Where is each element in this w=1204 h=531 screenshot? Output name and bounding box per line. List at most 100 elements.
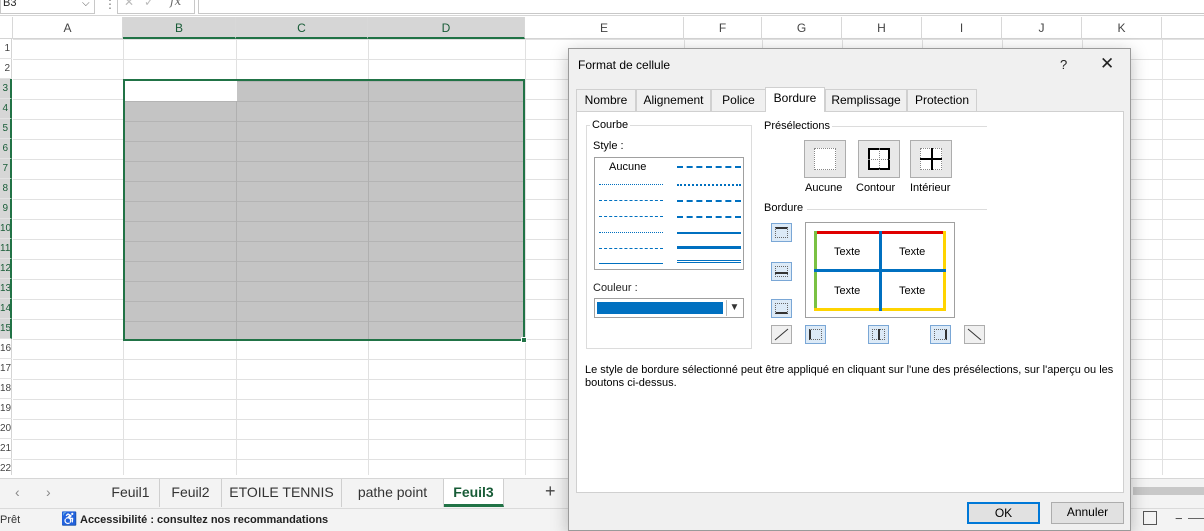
tab-nombre[interactable]: Nombre (576, 89, 636, 111)
border-middle-vertical-button[interactable] (868, 325, 889, 344)
column-header-a[interactable]: A (13, 17, 123, 39)
border-middle-horizontal-button[interactable] (771, 262, 792, 281)
column-header-i[interactable]: I (922, 17, 1002, 39)
line-style-option[interactable] (677, 260, 741, 263)
row-header[interactable]: 12 (0, 259, 12, 279)
line-style-none[interactable]: Aucune (609, 161, 646, 173)
line-style-option[interactable] (677, 166, 741, 168)
row-header[interactable]: 7 (0, 159, 12, 179)
preset-inside-button[interactable] (910, 140, 952, 178)
accessibility-status[interactable]: Accessibilité : consultez nos recommanda… (80, 514, 328, 526)
border-top-button[interactable] (771, 223, 792, 242)
name-box[interactable]: B3 (0, 0, 95, 14)
tab-police[interactable]: Police (711, 89, 766, 111)
line-style-option[interactable] (599, 184, 663, 185)
column-header-e[interactable]: E (525, 17, 684, 39)
sheet-tab-etoile-tennis[interactable]: ETOILE TENNIS (222, 479, 342, 507)
fill-handle[interactable] (521, 337, 527, 343)
column-header-g[interactable]: G (762, 17, 842, 39)
more-options-icon[interactable]: ⋮ (104, 0, 116, 11)
cancel-icon[interactable]: ✕ (124, 0, 134, 9)
column-header-b[interactable]: B (123, 17, 236, 39)
line-style-option[interactable] (599, 248, 663, 249)
line-style-option[interactable] (599, 200, 663, 201)
diagonal-up-button[interactable] (771, 325, 792, 344)
row-header[interactable]: 1 (0, 39, 12, 59)
row-header[interactable]: 16 (0, 339, 12, 359)
border-preview[interactable]: Texte Texte Texte Texte (805, 222, 955, 318)
sheet-tab-pathe-point[interactable]: pathe point (342, 479, 444, 507)
preview-inner-horizontal[interactable] (814, 269, 946, 272)
help-button[interactable]: ? (1060, 57, 1067, 72)
row-header[interactable]: 9 (0, 199, 12, 219)
row-header[interactable]: 10 (0, 219, 12, 239)
line-style-option[interactable] (677, 184, 741, 186)
preset-outline-button[interactable] (858, 140, 900, 178)
row-header[interactable]: 5 (0, 119, 12, 139)
horizontal-scrollbar[interactable] (1133, 487, 1204, 495)
sheet-tab-feuil2[interactable]: Feuil2 (160, 479, 222, 507)
diagonal-down-button[interactable] (964, 325, 985, 344)
tab-remplissage[interactable]: Remplissage (825, 89, 907, 111)
row-header[interactable]: 14 (0, 299, 12, 319)
line-style-option[interactable] (677, 200, 741, 202)
page-layout-icon[interactable] (1143, 511, 1157, 525)
row-header[interactable]: 22 (0, 459, 12, 479)
cancel-button[interactable]: Annuler (1051, 502, 1124, 524)
line-style-list[interactable]: Aucune (594, 157, 744, 270)
zoom-out-icon[interactable]: − (1175, 511, 1183, 526)
column-header-d[interactable]: D (368, 17, 525, 39)
zoom-slider[interactable] (1188, 518, 1204, 519)
row-header[interactable]: 8 (0, 179, 12, 199)
row-header[interactable]: 18 (0, 379, 12, 399)
chevron-down-icon[interactable]: ▼ (726, 300, 742, 316)
row-header[interactable]: 6 (0, 139, 12, 159)
confirm-icon[interactable]: ✓ (144, 0, 154, 9)
row-header[interactable]: 2 (0, 59, 12, 79)
preset-none-button[interactable] (804, 140, 846, 178)
active-cell[interactable] (125, 81, 237, 101)
chevron-down-icon[interactable]: ⌵ (82, 0, 90, 9)
column-header-h[interactable]: H (842, 17, 922, 39)
preview-text: Texte (899, 285, 926, 297)
add-sheet-button[interactable]: + (545, 481, 556, 502)
line-style-option[interactable] (677, 216, 741, 218)
border-bottom-button[interactable] (771, 299, 792, 318)
row-header[interactable]: 11 (0, 239, 12, 259)
function-icon[interactable]: fx (170, 0, 181, 8)
chevron-left-icon[interactable]: ‹ (15, 484, 20, 500)
tab-alignement[interactable]: Alignement (636, 89, 711, 111)
sheet-tab-feuil3[interactable]: Feuil3 (444, 479, 504, 507)
row-header[interactable]: 20 (0, 419, 12, 439)
line-style-option[interactable] (599, 232, 663, 233)
color-picker[interactable]: ▼ (594, 298, 744, 318)
column-header-f[interactable]: F (684, 17, 762, 39)
selected-range[interactable] (123, 79, 525, 341)
line-style-option-selected[interactable] (677, 246, 741, 249)
row-header[interactable]: 15 (0, 319, 12, 339)
border-right-button[interactable] (930, 325, 951, 344)
select-all-corner[interactable] (0, 17, 13, 39)
row-header[interactable]: 13 (0, 279, 12, 299)
border-left-button[interactable] (805, 325, 826, 344)
tab-bordure[interactable]: Bordure (765, 87, 825, 112)
column-header-c[interactable]: C (236, 17, 368, 39)
line-style-option[interactable] (599, 216, 663, 217)
column-header-j[interactable]: J (1002, 17, 1082, 39)
column-header-k[interactable]: K (1082, 17, 1162, 39)
ok-button[interactable]: OK (967, 502, 1040, 524)
row-header[interactable]: 19 (0, 399, 12, 419)
close-button[interactable]: ✕ (1100, 54, 1114, 74)
chevron-right-icon[interactable]: › (46, 484, 51, 500)
row-header[interactable]: 4 (0, 99, 12, 119)
accessibility-icon[interactable]: ♿ (61, 511, 77, 527)
row-header[interactable]: 17 (0, 359, 12, 379)
tab-protection[interactable]: Protection (907, 89, 977, 111)
line-style-option[interactable] (599, 263, 663, 264)
formula-input[interactable] (198, 0, 1204, 14)
row-header[interactable]: 3 (0, 79, 12, 99)
color-swatch (597, 302, 723, 314)
sheet-tab-feuil1[interactable]: Feuil1 (102, 479, 160, 507)
line-style-option[interactable] (677, 232, 741, 234)
row-header[interactable]: 21 (0, 439, 12, 459)
